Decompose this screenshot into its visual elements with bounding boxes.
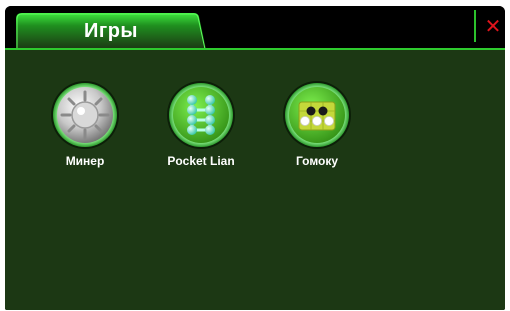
connect-dots-icon (167, 81, 235, 149)
gomoku-board-icon (283, 81, 351, 149)
app-pocket-lian[interactable]: Pocket Lian (151, 80, 251, 180)
mine-icon (51, 81, 119, 149)
games-window: Игры ✕ Минер Pocket Lian Гомоку (5, 6, 505, 310)
app-miner[interactable]: Минер (35, 80, 135, 180)
title-bar: Игры ✕ (5, 6, 505, 49)
app-label-gomoku: Гомоку (295, 154, 339, 168)
close-button[interactable]: ✕ (482, 12, 504, 42)
app-gomoku[interactable]: Гомоку (267, 80, 367, 180)
tab-games[interactable]: Игры (16, 13, 206, 49)
app-label-pocket-lian: Pocket Lian (167, 154, 235, 168)
close-separator (474, 10, 476, 42)
window-title: Игры (83, 20, 138, 42)
content-area: Минер Pocket Lian Гомоку (5, 48, 505, 310)
app-label-miner: Минер (65, 154, 105, 168)
